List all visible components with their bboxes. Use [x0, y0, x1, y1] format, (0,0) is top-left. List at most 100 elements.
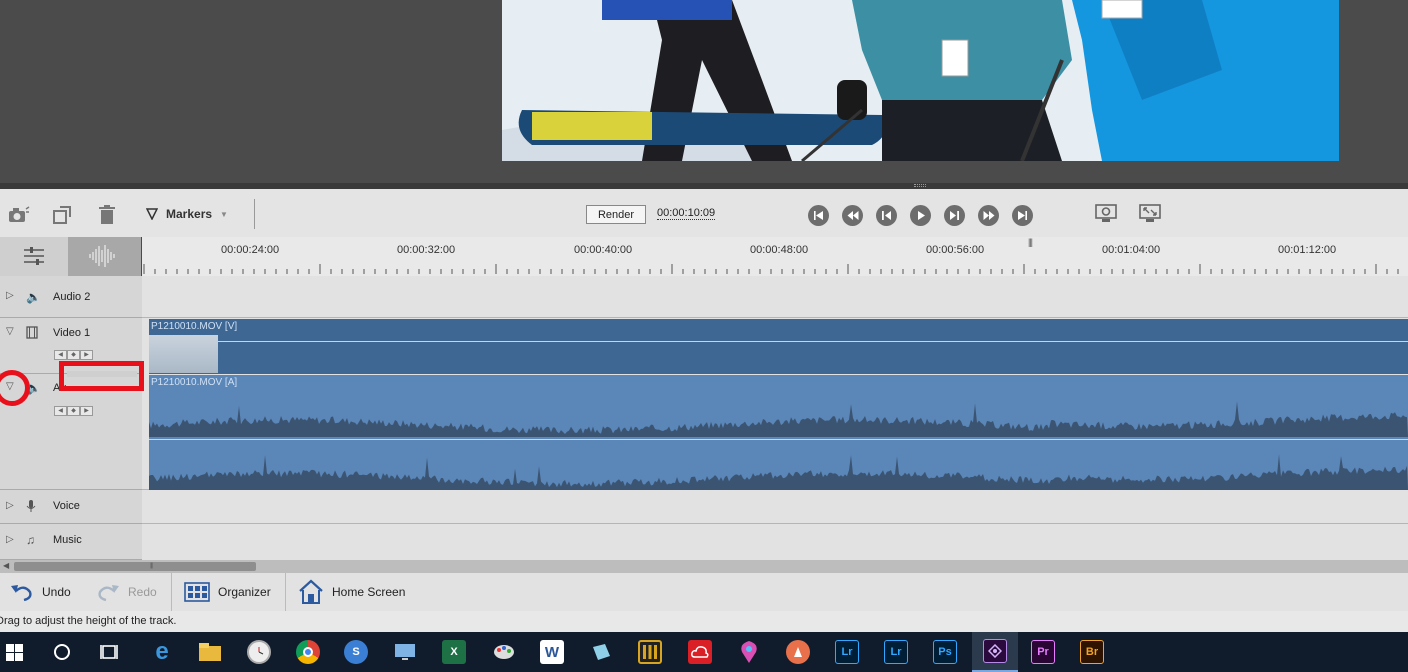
- audio-waveform-toggle[interactable]: [68, 237, 141, 276]
- rewind-icon[interactable]: [842, 205, 863, 226]
- excel-icon[interactable]: X: [432, 632, 476, 672]
- video-clip[interactable]: P1210010.MOV [V]: [149, 319, 1408, 374]
- snapshot-camera-icon[interactable]: [8, 204, 30, 226]
- fast-forward-icon[interactable]: [978, 205, 999, 226]
- next-keyframe-icon[interactable]: ▶: [80, 350, 93, 360]
- app-box-icon[interactable]: [579, 632, 623, 672]
- ruler-tick-label: 00:00:56:00: [926, 244, 985, 256]
- organizer-icon: [184, 582, 210, 602]
- go-to-beginning-icon[interactable]: [808, 205, 829, 226]
- file-explorer-icon[interactable]: [188, 632, 232, 672]
- render-button[interactable]: Render: [586, 205, 646, 224]
- playhead-marker[interactable]: |||: [1028, 237, 1033, 247]
- markers-dropdown[interactable]: Markers ▼: [146, 204, 228, 224]
- cortana-search-icon[interactable]: [40, 632, 84, 672]
- scrollbar-thumb[interactable]: ||||: [14, 562, 256, 571]
- bridge-icon[interactable]: Br: [1070, 632, 1114, 672]
- film-icon[interactable]: [26, 326, 38, 342]
- keyframe-controls[interactable]: ◀ ◆ ▶: [54, 350, 93, 360]
- status-text: Drag to adjust the height of the track.: [0, 615, 177, 627]
- music-note-icon[interactable]: ♫: [26, 533, 35, 547]
- track-name: Audio 2: [53, 291, 91, 303]
- remote-desktop-icon[interactable]: [383, 632, 427, 672]
- paint-icon[interactable]: [482, 632, 526, 672]
- ruler-tick-label: 00:00:40:00: [574, 244, 633, 256]
- clip-thumbnail: [149, 335, 218, 373]
- track-name: Music: [53, 534, 82, 546]
- expand-triangle-icon[interactable]: ▷: [6, 534, 14, 545]
- ruler-tick-label: 00:00:32:00: [397, 244, 456, 256]
- organizer-label: Organizer: [218, 585, 271, 599]
- collapse-triangle-icon[interactable]: ▽: [6, 326, 14, 337]
- scroll-left-icon[interactable]: ◀: [3, 561, 9, 570]
- chevron-down-icon: ▼: [220, 209, 228, 219]
- toolbar-divider: [254, 199, 255, 229]
- play-icon[interactable]: [910, 205, 931, 226]
- ruler-tick-marks: [143, 264, 1399, 274]
- marker-app-icon[interactable]: [628, 632, 672, 672]
- task-view-icon[interactable]: [88, 632, 132, 672]
- undo-button[interactable]: Undo: [10, 573, 71, 611]
- windows-start-icon[interactable]: [0, 632, 36, 672]
- next-keyframe-icon[interactable]: ▶: [80, 406, 93, 416]
- creative-cloud-icon[interactable]: [678, 632, 722, 672]
- premiere-pro-icon[interactable]: Pr: [1021, 632, 1065, 672]
- lightroom-icon[interactable]: Lr: [825, 632, 869, 672]
- prev-keyframe-icon[interactable]: ◀: [54, 406, 67, 416]
- step-forward-icon[interactable]: [944, 205, 965, 226]
- photoshop-icon[interactable]: Ps: [923, 632, 967, 672]
- track-header-music[interactable]: ▷ ♫ Music: [0, 524, 142, 560]
- marker-icon: [146, 208, 158, 220]
- expand-triangle-icon[interactable]: ▷: [6, 500, 14, 511]
- track-header-audio-2[interactable]: ▷ 🔈 Audio 2: [0, 276, 142, 318]
- redo-button[interactable]: Redo: [96, 573, 157, 611]
- opacity-line[interactable]: [149, 341, 1408, 342]
- edge-browser-icon[interactable]: e: [140, 632, 184, 672]
- app-pen-icon[interactable]: [776, 632, 820, 672]
- home-screen-button[interactable]: Home Screen: [298, 573, 405, 611]
- app-s-icon[interactable]: S: [334, 632, 378, 672]
- microphone-icon[interactable]: [26, 499, 36, 516]
- word-icon[interactable]: W: [530, 632, 574, 672]
- annotation-rectangle: [59, 361, 144, 391]
- maps-icon[interactable]: [727, 632, 771, 672]
- undo-label: Undo: [42, 585, 71, 599]
- go-to-end-icon[interactable]: [1012, 205, 1033, 226]
- organizer-button[interactable]: Organizer: [184, 573, 271, 611]
- playback-settings-icon[interactable]: [1095, 203, 1117, 225]
- splitter-grip[interactable]: [914, 184, 926, 187]
- clock-app-icon[interactable]: [237, 632, 281, 672]
- expand-triangle-icon[interactable]: ▷: [6, 290, 14, 301]
- timeline-ruler[interactable]: 00:00:24:00 00:00:32:00 00:00:40:00 00:0…: [142, 237, 1408, 276]
- speaker-icon[interactable]: 🔈: [26, 290, 41, 304]
- audio-clip[interactable]: P1210010.MOV [A]: [149, 375, 1408, 490]
- status-bar: Drag to adjust the height of the track.: [0, 611, 1408, 632]
- undo-icon: [11, 585, 32, 602]
- track-name: Voice: [53, 500, 80, 512]
- prev-keyframe-icon[interactable]: ◀: [54, 350, 67, 360]
- keyframe-controls[interactable]: ◀ ◆ ▶: [54, 406, 93, 416]
- waveform-shape: [149, 401, 1408, 437]
- track-headers: ▷ 🔈 Audio 2 ▽ Video 1 ◀ ◆ ▶ ▽ 🔈 Au ◀ ◆ ▶ ▷ V…: [0, 276, 142, 560]
- step-back-icon[interactable]: [876, 205, 897, 226]
- track-settings-icon: [24, 247, 44, 265]
- audio-waveform-right: [149, 454, 1408, 490]
- copy-clip-icon[interactable]: [52, 204, 74, 226]
- current-timecode[interactable]: 00:00:10:09: [657, 207, 716, 220]
- clip-name: P1210010.MOV [V]: [151, 321, 238, 332]
- premiere-elements-icon[interactable]: [972, 632, 1018, 672]
- track-options-button[interactable]: [0, 237, 68, 276]
- ruler-tick-label: 00:01:04:00: [1102, 244, 1161, 256]
- add-keyframe-icon[interactable]: ◆: [67, 350, 80, 360]
- redo-icon: [98, 585, 119, 602]
- fullscreen-preview-icon[interactable]: [1139, 203, 1161, 225]
- track-header-voice[interactable]: ▷ Voice: [0, 490, 142, 524]
- video-preview-frame[interactable]: [502, 0, 1339, 161]
- waveform-icon: [89, 245, 115, 267]
- lightroom-classic-icon[interactable]: Lr: [874, 632, 918, 672]
- add-keyframe-icon[interactable]: ◆: [67, 406, 80, 416]
- track-name: Video 1: [53, 327, 91, 339]
- redo-label: Redo: [128, 585, 157, 599]
- trash-icon[interactable]: [96, 204, 118, 226]
- chrome-browser-icon[interactable]: [286, 632, 330, 672]
